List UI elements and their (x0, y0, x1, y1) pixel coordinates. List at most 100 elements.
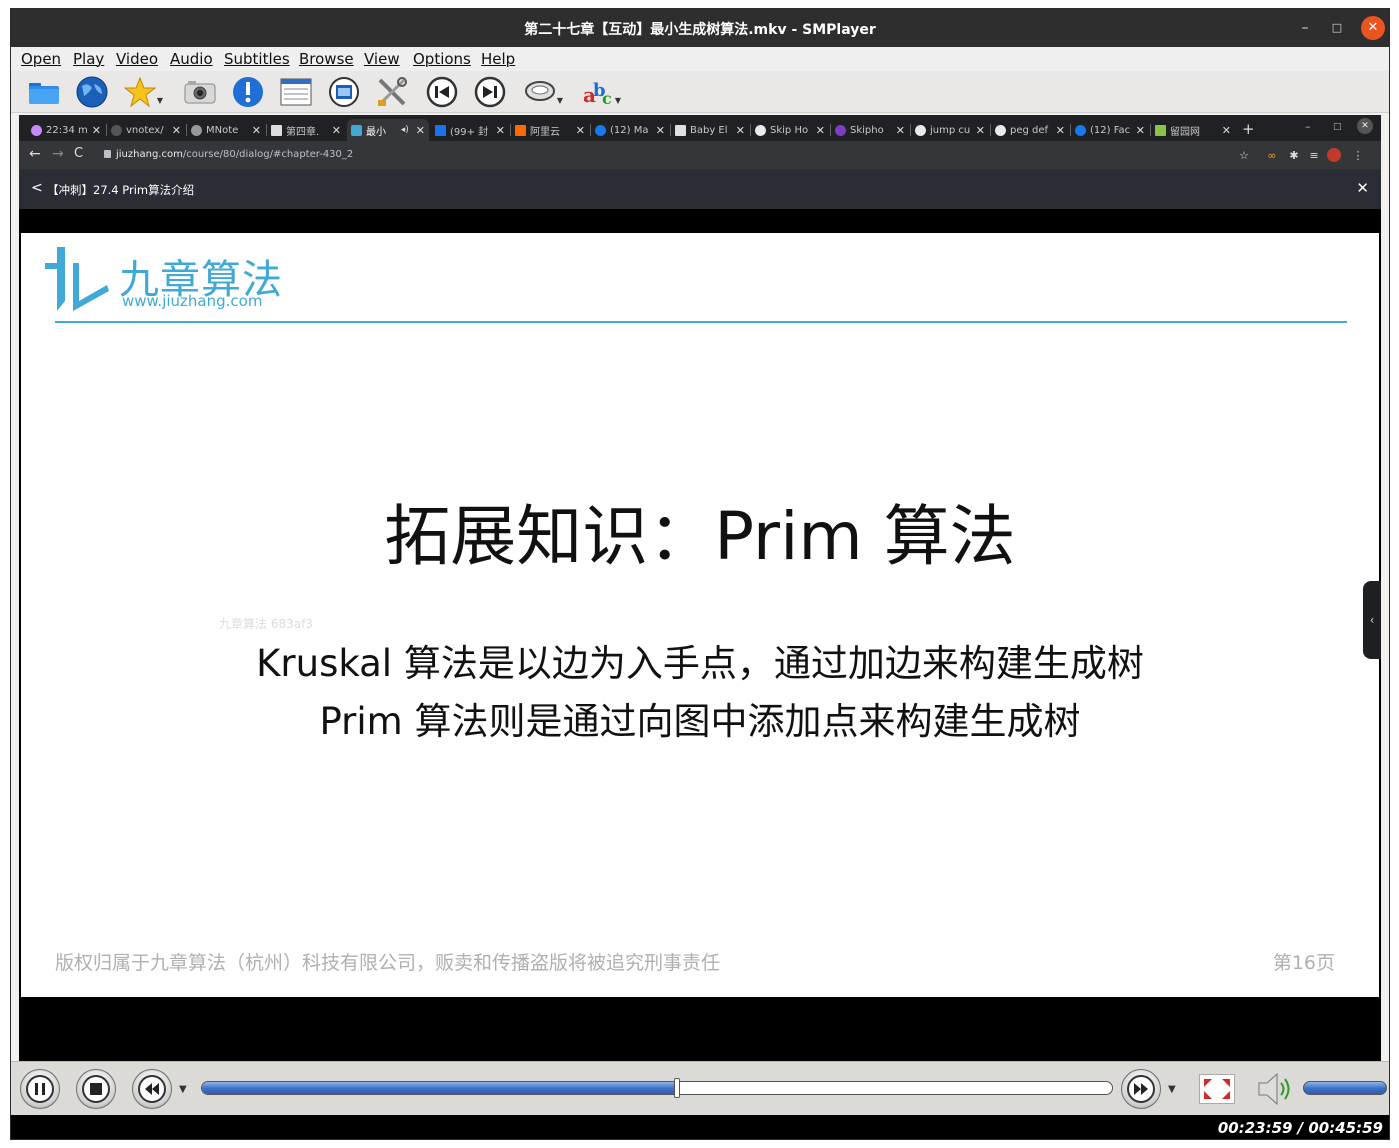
screenshot-camera-icon[interactable] (183, 75, 217, 109)
reload-icon[interactable]: C (74, 146, 83, 161)
url-field[interactable]: jiuzhang.com/course/80/dialog/#chapter-4… (116, 149, 353, 160)
preferences-tools-icon[interactable] (375, 75, 409, 109)
tab-close-icon[interactable]: ✕ (656, 124, 665, 137)
media-control-icon[interactable]: ≡ (1307, 148, 1321, 162)
back-arrow-icon[interactable]: ← (29, 146, 41, 162)
browser-tab[interactable]: 22:34 m ✕ (27, 119, 105, 141)
page-number: 第16页 (1272, 952, 1335, 974)
video-frame[interactable]: 22:34 m ✕ vnotex/✕ MNote ✕ 第四章. ✕ 最小 ◂) ✕ (99… (19, 115, 1381, 1061)
chevron-down-icon: ▼ (556, 96, 563, 105)
tab-close-icon[interactable]: ✕ (576, 124, 585, 137)
volume-slider[interactable] (1303, 1081, 1387, 1095)
browser-minimize-icon[interactable]: – (1305, 120, 1311, 133)
back-chevron-icon[interactable]: < (31, 180, 43, 196)
volume-speaker-icon[interactable] (1255, 1071, 1295, 1111)
forward-dropdown-icon[interactable]: ▼ (1168, 1084, 1176, 1095)
tab-close-icon[interactable]: ✕ (736, 124, 745, 137)
video-equalizer-icon[interactable] (327, 75, 361, 109)
status-bar: 00:23:59 / 00:45:59 (11, 1115, 1389, 1139)
tab-close-icon[interactable]: ✕ (976, 124, 985, 137)
browser-tab[interactable]: MNote ✕ (187, 119, 265, 141)
open-folder-icon[interactable] (27, 75, 61, 109)
tab-close-icon[interactable]: ✕ (896, 124, 905, 137)
browser-tab[interactable]: (12) Ma ✕ (591, 119, 669, 141)
menu-audio[interactable]: Audio (170, 50, 213, 68)
lock-icon (104, 150, 111, 158)
profile-avatar-icon[interactable] (1327, 148, 1341, 162)
playlist-icon[interactable] (279, 75, 313, 109)
menu-options[interactable]: Options (413, 50, 471, 68)
browser-tab[interactable]: 阿里云 ✕ (511, 119, 589, 141)
browser-close-icon[interactable]: ✕ (1357, 118, 1373, 134)
menu-view[interactable]: View (364, 50, 400, 68)
new-tab-button[interactable]: + (1242, 120, 1255, 138)
browser-tab[interactable]: peg def ✕ (991, 119, 1069, 141)
favorites-star-icon[interactable]: ▼ (123, 75, 163, 109)
tab-close-icon[interactable]: ✕ (1056, 124, 1065, 137)
forward-button[interactable] (1121, 1069, 1161, 1109)
tab-favicon-icon (191, 124, 202, 136)
menu-open[interactable]: Open (21, 50, 61, 68)
minimize-button[interactable]: – (1293, 16, 1317, 40)
browser-tab-active[interactable]: 最小 ◂) ✕ (347, 119, 429, 141)
browser-tab[interactable]: vnotex/✕ (107, 119, 185, 141)
extension-link-icon[interactable]: ∞ (1265, 148, 1279, 162)
info-icon[interactable] (231, 75, 265, 109)
browser-tab[interactable]: Baby El ✕ (671, 119, 749, 141)
side-panel-handle[interactable]: ‹ (1363, 581, 1381, 659)
close-lesson-icon[interactable]: ✕ (1356, 179, 1369, 197)
seek-handle[interactable] (674, 1078, 681, 1098)
tab-favicon-icon (675, 124, 686, 136)
tab-close-icon[interactable]: ✕ (92, 124, 101, 137)
menu-help[interactable]: Help (481, 50, 515, 68)
tab-close-icon[interactable]: ✕ (252, 124, 261, 137)
tab-close-icon[interactable]: ✕ (416, 124, 425, 137)
menu-play[interactable]: Play (73, 50, 104, 68)
logo-url: www.jiuzhang.com (122, 292, 263, 310)
menu-subtitles[interactable]: Subtitles (224, 50, 290, 68)
fullscreen-icon (1204, 1079, 1230, 1099)
tab-close-icon[interactable]: ✕ (1136, 124, 1145, 137)
tab-close-icon[interactable]: ✕ (1222, 124, 1231, 137)
address-bar: ← → C jiuzhang.com/course/80/dialog/#cha… (19, 141, 1381, 169)
lesson-title: 【冲刺】27.4 Prim算法介绍 (47, 183, 195, 197)
google-favicon-icon (915, 124, 926, 136)
close-button[interactable]: ✕ (1361, 16, 1385, 40)
next-icon[interactable] (473, 75, 507, 109)
bookmark-star-icon[interactable]: ☆ (1237, 148, 1251, 162)
tab-close-icon[interactable]: ✕ (332, 124, 341, 137)
browser-tab[interactable]: jump cu ✕ (911, 119, 989, 141)
browser-tab[interactable]: (12) Fac ✕ (1071, 119, 1149, 141)
tab-favicon-icon (835, 124, 846, 136)
extensions-puzzle-icon[interactable]: ✱ (1287, 148, 1301, 162)
browser-tab[interactable]: 第四章. ✕ (267, 119, 345, 141)
maximize-button[interactable]: □ (1325, 16, 1349, 40)
menu-browse[interactable]: Browse (299, 50, 354, 68)
forward-arrow-icon[interactable]: → (52, 146, 64, 162)
tab-favicon-icon (351, 124, 362, 136)
subtitle-abc-icon[interactable]: abc ▼ (581, 75, 621, 109)
browser-tab[interactable]: (99+ 封 ✕ (431, 119, 509, 141)
tab-close-icon[interactable]: ✕ (816, 124, 825, 137)
browser-tab[interactable]: 留园网 ✕ (1151, 119, 1235, 141)
audio-track-icon[interactable]: ▼ (523, 75, 563, 109)
menu-video[interactable]: Video (116, 50, 158, 68)
tab-close-icon[interactable]: ✕ (496, 124, 505, 137)
rewind-dropdown-icon[interactable]: ▼ (179, 1084, 187, 1095)
globe-icon[interactable] (75, 75, 109, 109)
tab-close-icon[interactable]: ✕ (172, 124, 181, 137)
fullscreen-button[interactable] (1199, 1074, 1235, 1104)
tab-favicon-icon (31, 124, 42, 136)
browser-maximize-icon[interactable]: □ (1333, 122, 1342, 132)
pause-button[interactable] (20, 1069, 60, 1109)
browser-tab[interactable]: Skip Ho ✕ (751, 119, 829, 141)
tab-favicon-icon (271, 124, 282, 136)
more-menu-icon[interactable]: ⋮ (1351, 148, 1365, 162)
seek-bar[interactable] (201, 1081, 1113, 1095)
stop-button[interactable] (76, 1069, 116, 1109)
rewind-button[interactable] (132, 1069, 172, 1109)
previous-icon[interactable] (425, 75, 459, 109)
tab-favicon-icon (111, 124, 122, 136)
browser-tab[interactable]: Skipho ✕ (831, 119, 909, 141)
watermark: 九章算法 683af3 (219, 617, 313, 631)
